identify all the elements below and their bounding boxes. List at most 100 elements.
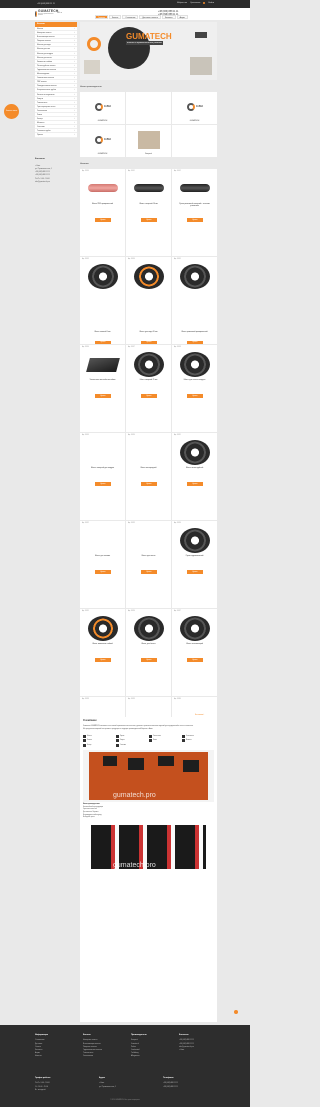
product-name[interactable]: Шланг пищевой 25 мм <box>129 379 168 381</box>
footer-link[interactable]: Всасывающие шланги <box>83 1043 123 1045</box>
product-image[interactable] <box>180 528 210 553</box>
buy-button[interactable]: Купить <box>141 341 157 344</box>
nav-home[interactable]: Главная <box>95 15 108 19</box>
product-image[interactable] <box>88 616 118 641</box>
buy-button[interactable]: Купить <box>187 341 203 344</box>
top-phone[interactable]: +38 (063) 888 11 11 <box>37 3 55 5</box>
product-image[interactable] <box>134 528 164 553</box>
compare-link[interactable]: Сравнение <box>190 2 200 4</box>
product-image[interactable] <box>180 616 210 641</box>
scroll-top-button[interactable] <box>234 1010 238 1014</box>
footer-link[interactable]: Trelleborg <box>131 1052 171 1054</box>
product-card[interactable]: Арт. 10027 Шланг всасывающий Купить <box>172 609 217 696</box>
buy-button[interactable]: Купить <box>141 658 157 662</box>
product-image[interactable] <box>88 264 118 289</box>
footer-link[interactable]: Гидравлические шланги <box>83 1049 123 1051</box>
brand-card[interactable] <box>126 92 171 124</box>
product-image[interactable] <box>134 352 164 377</box>
nav-catalog[interactable]: Каталог <box>108 15 122 19</box>
product-card[interactable]: Арт. 10015 Шланг резиновый армированный Ку… <box>172 257 217 344</box>
footer-link[interactable]: Alfagomma <box>131 1055 171 1057</box>
brand-card[interactable]: GUMA GUMATECH <box>172 92 217 124</box>
product-name[interactable]: Техпластина маслобензостойкая <box>83 379 122 381</box>
product-card[interactable]: Арт. 10025 Шланг химически стойкий Купить <box>80 609 125 696</box>
buy-button[interactable]: Купить <box>95 218 111 222</box>
product-name[interactable]: Шланг всасывающий <box>175 643 214 645</box>
footer-link[interactable]: Оплата <box>35 1046 75 1048</box>
product-card[interactable]: Арт. 10024 Рукав гидравлический Купить <box>172 521 217 608</box>
brand-card[interactable]: GUMA GUMATECH <box>80 125 125 157</box>
nav-contacts[interactable]: Контакты <box>161 15 176 19</box>
product-image[interactable] <box>134 616 164 641</box>
product-card[interactable]: Арт. 10014 Шланг для воды 20 мм Купить <box>126 257 171 344</box>
buy-button[interactable]: Купить <box>95 341 111 344</box>
brand-card[interactable]: GUMA GUMATECH <box>80 92 125 124</box>
buy-button[interactable]: Купить <box>141 482 157 486</box>
footer-link[interactable]: Доставка <box>35 1043 75 1045</box>
product-card[interactable]: Арт. 10011 Шланг напорный 16 мм Купить <box>126 169 171 256</box>
product-card[interactable]: Арт. 10016 Техпластина маслобензостойкая К… <box>80 345 125 432</box>
nav-delivery[interactable]: Доставка и оплата <box>139 15 161 19</box>
product-card[interactable]: Арт. 10019 Шланг напорный для воздуха Купи… <box>80 433 125 520</box>
nav-about[interactable]: О компании <box>122 15 139 19</box>
product-image[interactable] <box>86 352 120 377</box>
buy-button[interactable]: Купить <box>95 482 111 486</box>
footer-link[interactable]: info@gumatech.pro <box>179 1046 219 1048</box>
product-name[interactable]: Шланг для топлива <box>83 555 122 557</box>
product-image[interactable] <box>88 440 118 465</box>
contact-phone-2[interactable]: +38 (096) 888 11 11 <box>35 174 77 176</box>
product-image[interactable] <box>134 264 164 289</box>
product-card[interactable]: Арт. 10018 Шланг для сжатого воздуха Купит… <box>172 345 217 432</box>
product-name[interactable]: Шланг для бетона <box>129 643 168 645</box>
footer-link[interactable]: +38 (096) 888 11 11 <box>179 1043 219 1045</box>
product-image[interactable] <box>88 528 118 553</box>
product-image[interactable] <box>180 440 210 465</box>
buy-button[interactable]: Купить <box>95 570 111 574</box>
product-image[interactable] <box>134 176 164 201</box>
product-name[interactable]: Шланг резиновый армированный <box>175 331 214 333</box>
buy-button[interactable]: Купить <box>141 394 157 398</box>
product-image[interactable] <box>88 176 118 201</box>
favorites-link[interactable]: Избранное <box>177 2 187 4</box>
footer-link[interactable]: Уплотнители <box>83 1055 123 1057</box>
product-name[interactable]: Шланг химически стойкий <box>83 643 122 645</box>
nav-sales[interactable]: Акции <box>176 15 188 19</box>
product-image[interactable] <box>180 176 210 201</box>
product-name[interactable]: Шланг для воды 20 мм <box>129 331 168 333</box>
buy-button[interactable]: Купить <box>187 394 203 398</box>
footer-link[interactable]: г. Киев <box>179 1049 219 1051</box>
footer-link[interactable]: Контакты <box>35 1049 75 1051</box>
hero-banner[interactable]: GUMATECH шланги и промышленные резинки <box>80 22 217 80</box>
buy-button[interactable]: Купить <box>187 482 203 486</box>
contact-email[interactable]: info@gumatech.pro <box>35 181 77 183</box>
product-name[interactable]: Шланг пескоструйный <box>175 467 214 469</box>
product-name[interactable]: Шланг кислородный <box>129 467 168 469</box>
footer-link[interactable]: Пищевые шланги <box>83 1046 123 1048</box>
buy-button[interactable]: Купить <box>187 218 203 222</box>
product-name[interactable]: Шланг напорный для воздуха <box>83 467 122 469</box>
footer-link[interactable]: Акции <box>35 1052 75 1054</box>
product-card[interactable]: Арт. 10023 Шланг для масла Купить <box>126 521 171 608</box>
product-name[interactable]: Рукав гидравлический <box>175 555 214 557</box>
buy-button[interactable]: Купить <box>95 394 111 398</box>
product-card[interactable]: Арт. 10010 Шланг ПВХ армированный Купить <box>80 169 125 256</box>
brand-card[interactable]: Semperit <box>126 125 171 157</box>
product-card[interactable]: Арт. 10017 Шланг пищевой 25 мм Купить <box>126 345 171 432</box>
footer-link[interactable]: Continental <box>131 1049 171 1051</box>
product-card[interactable]: Арт. 10021 Шланг пескоструйный Купить <box>172 433 217 520</box>
site-logo[interactable]: GUMATECH шланги и промышленные резинки <box>35 9 58 17</box>
footer-link[interactable]: +38 (063) 888 11 11 <box>179 1039 219 1041</box>
product-card[interactable]: Арт. 10013 Шланг газовый 9 мм Купить <box>80 257 125 344</box>
product-name[interactable]: Шланг для масла <box>129 555 168 557</box>
footer-link[interactable]: Напорные шланги <box>83 1039 123 1041</box>
product-name[interactable]: Шланг напорный 16 мм <box>129 203 168 205</box>
buy-button[interactable]: Купить <box>141 570 157 574</box>
product-card[interactable]: Арт. 10012 Рукав резиновый напорный с нит… <box>172 169 217 256</box>
product-name[interactable]: Рукав резиновый напорный с нитяным усиле… <box>175 203 214 207</box>
footer-link[interactable]: Semperit <box>131 1039 171 1041</box>
footer-link[interactable]: Gumatech <box>131 1043 171 1045</box>
product-card[interactable]: Арт. 10022 Шланг для топлива Купить <box>80 521 125 608</box>
product-image[interactable] <box>134 440 164 465</box>
product-name[interactable]: Шланг для сжатого воздуха <box>175 379 214 381</box>
footer-link[interactable]: О компании <box>35 1039 75 1041</box>
